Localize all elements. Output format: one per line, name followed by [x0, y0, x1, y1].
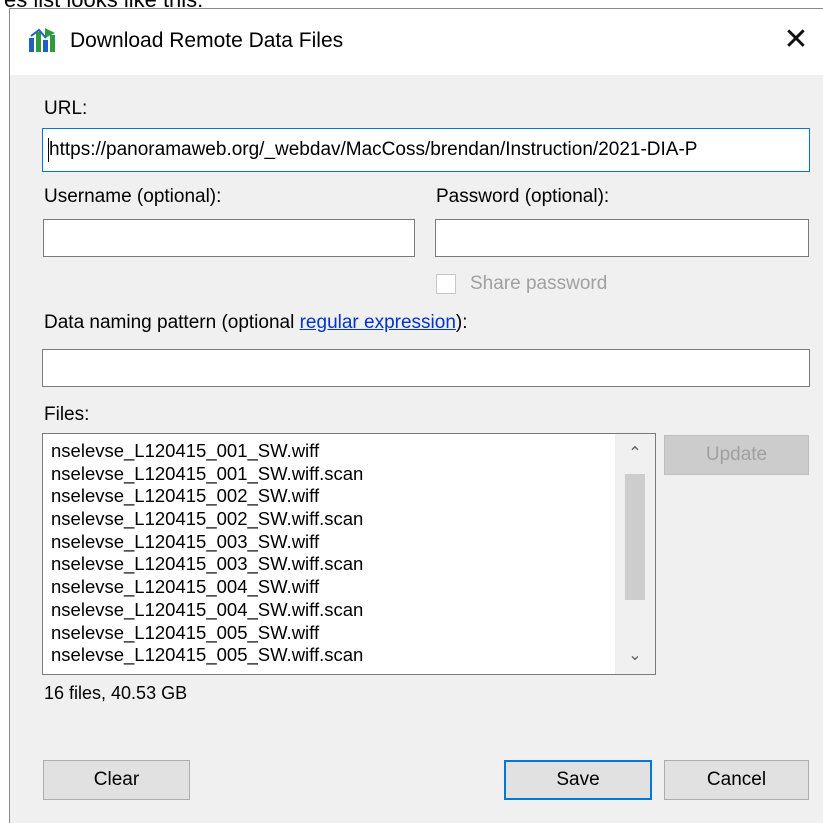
url-input[interactable]: https://panoramaweb.org/_webdav/MacCoss/… — [42, 128, 810, 172]
list-item[interactable]: nselevse_L120415_005_SW.wiff — [51, 622, 611, 645]
naming-pattern-prefix: Data naming pattern (optional — [44, 312, 300, 333]
scroll-down-button[interactable]: ⌄ — [615, 638, 655, 672]
save-button[interactable]: Save — [504, 760, 652, 800]
naming-pattern-suffix: ): — [455, 312, 468, 333]
regular-expression-link[interactable]: regular expression — [300, 312, 456, 333]
chevron-up-icon: ⌃ — [628, 443, 642, 462]
update-button[interactable]: Update — [664, 435, 809, 475]
url-label: URL: — [44, 98, 88, 119]
dialog-title: Download Remote Data Files — [70, 29, 344, 52]
list-item[interactable]: nselevse_L120415_002_SW.wiff.scan — [51, 508, 611, 531]
close-icon: ✕ — [783, 22, 809, 57]
password-input[interactable] — [435, 219, 809, 257]
scroll-thumb[interactable] — [625, 474, 645, 600]
chevron-down-icon: ⌄ — [628, 645, 642, 664]
clear-button[interactable]: Clear — [43, 760, 190, 800]
files-label: Files: — [44, 404, 90, 425]
close-button[interactable]: ✕ — [770, 16, 822, 64]
list-item[interactable]: nselevse_L120415_003_SW.wiff.scan — [51, 553, 611, 576]
share-password-checkbox[interactable] — [436, 274, 456, 294]
username-label: Username (optional): — [44, 186, 222, 207]
cancel-button[interactable]: Cancel — [664, 760, 809, 800]
files-summary: 16 files, 40.53 GB — [44, 683, 188, 703]
list-item[interactable]: nselevse_L120415_001_SW.wiff — [51, 440, 611, 463]
naming-pattern-input[interactable] — [42, 349, 810, 387]
scroll-up-button[interactable]: ⌃ — [615, 436, 655, 470]
list-item[interactable]: nselevse_L120415_005_SW.wiff.scan — [51, 644, 611, 667]
list-item[interactable]: nselevse_L120415_002_SW.wiff — [51, 485, 611, 508]
naming-pattern-label: Data naming pattern (optional regular ex… — [44, 312, 468, 334]
app-icon — [29, 28, 55, 52]
username-input[interactable] — [43, 219, 415, 257]
files-list[interactable]: nselevse_L120415_001_SW.wiff nselevse_L1… — [42, 433, 656, 675]
vertical-scrollbar[interactable]: ⌃ ⌄ — [615, 434, 655, 674]
list-item[interactable]: nselevse_L120415_004_SW.wiff — [51, 576, 611, 599]
list-item[interactable]: nselevse_L120415_003_SW.wiff — [51, 531, 611, 554]
share-password-label: Share password — [470, 273, 608, 294]
url-value: https://panoramaweb.org/_webdav/MacCoss/… — [49, 139, 698, 160]
list-item[interactable]: nselevse_L120415_001_SW.wiff.scan — [51, 463, 611, 486]
files-list-items: nselevse_L120415_001_SW.wiff nselevse_L1… — [51, 440, 611, 667]
list-item[interactable]: nselevse_L120415_004_SW.wiff.scan — [51, 599, 611, 622]
password-label: Password (optional): — [436, 186, 610, 207]
